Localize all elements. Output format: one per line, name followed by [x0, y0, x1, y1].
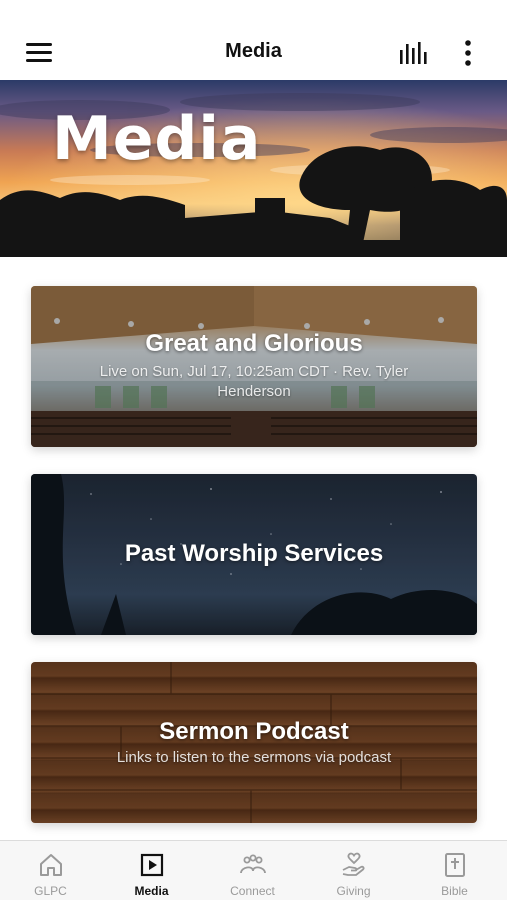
tab-label: Connect: [230, 884, 275, 898]
tab-label: Bible: [441, 884, 468, 898]
hero-title: Media: [52, 104, 262, 174]
bible-icon: [444, 853, 465, 877]
hero-banner: Media: [0, 80, 507, 257]
tab-glpc[interactable]: GLPC: [0, 841, 101, 900]
sermon-podcast-card[interactable]: Sermon Podcast Links to listen to the se…: [31, 662, 477, 823]
audio-bars-icon[interactable]: [398, 40, 430, 66]
giving-hand-icon: [342, 852, 364, 876]
tab-label: GLPC: [34, 884, 67, 898]
live-service-card[interactable]: Great and Glorious Live on Sun, Jul 17, …: [31, 286, 477, 447]
bottom-navigation: GLPC Media Connect Giving Bible: [0, 840, 507, 900]
people-icon: [239, 854, 266, 874]
top-bar: Media: [0, 0, 507, 80]
tab-giving[interactable]: Giving: [303, 841, 404, 900]
tab-bible[interactable]: Bible: [404, 841, 505, 900]
card-title: Great and Glorious: [145, 330, 363, 357]
card-title: Sermon Podcast: [159, 718, 349, 745]
home-icon: [39, 854, 62, 876]
more-vertical-icon[interactable]: [460, 38, 476, 68]
play-icon: [140, 853, 163, 877]
card-subtitle: Links to listen to the sermons via podca…: [116, 749, 392, 766]
card-subtitle: Live on Sun, Jul 17, 10:25am CDT · Rev. …: [99, 363, 409, 400]
page-title: Media: [225, 40, 282, 62]
card-title: Past Worship Services: [124, 540, 384, 567]
tab-label: Media: [134, 884, 169, 898]
tab-label: Giving: [336, 884, 371, 898]
media-screen: Media Media Great and Glorious Live on S…: [0, 0, 507, 900]
tab-connect[interactable]: Connect: [202, 841, 303, 900]
past-worship-services-card[interactable]: Past Worship Services: [31, 474, 477, 635]
tab-media[interactable]: Media: [101, 841, 202, 900]
